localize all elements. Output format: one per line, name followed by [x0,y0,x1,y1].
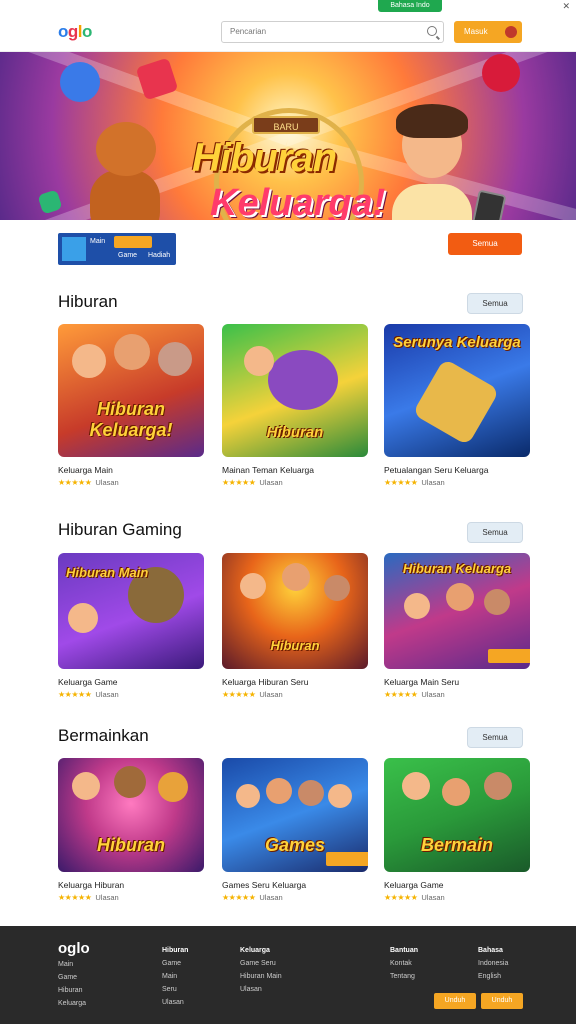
rating-stars: ★★★★★ [58,478,92,487]
game-card[interactable]: Hiburan Keluarga! Keluarga Main ★★★★★ Ula… [58,324,204,487]
search-input[interactable]: Pencarian [221,21,444,43]
game-card[interactable]: Hiburan Mainan Teman Keluarga ★★★★★ Ulasa… [222,324,368,487]
game-thumbnail: Hiburan Keluarga [384,553,530,669]
card-title: Keluarga Hiburan Seru [222,677,309,687]
search-placeholder: Pencarian [230,27,267,36]
site-logo[interactable]: oglo [58,22,92,42]
footer-column: Hiburan Game Main Seru Ulasan [162,947,189,1006]
game-icon [62,237,86,261]
kid-character [382,104,507,220]
game-card[interactable]: Hiburan Main Keluarga Game ★★★★★ Ulasan [58,553,204,699]
game-card[interactable]: Serunya Keluarga Petualangan Seru Keluar… [384,324,530,487]
game-card[interactable]: Hiburan Keluarga Hiburan ★★★★★ Ulasan [58,758,204,902]
hero-subtitle: Keluarga! [210,182,386,220]
rating-stars: ★★★★★ [58,690,92,699]
footer-column: Main Game Hiburan Keluarga [58,961,87,1007]
see-all-button[interactable]: Semua [467,293,523,314]
hero-badge: BARU [252,116,320,134]
login-button[interactable]: Masuk [454,21,522,43]
card-title: Mainan Teman Keluarga [222,465,314,475]
card-title: Keluarga Game [384,880,444,890]
rating-stars: ★★★★★ [222,478,256,487]
footer-logo[interactable]: oglo [58,940,90,957]
category-chip[interactable]: Main Game Hadiah [58,233,176,265]
game-thumbnail: Hiburan Main [58,553,204,669]
rating-stars: ★★★★★ [384,478,418,487]
block-icon [37,189,63,215]
avatar-icon [505,26,517,38]
card-title: Keluarga Main Seru [384,677,460,687]
see-all-button[interactable]: Semua [467,522,523,543]
card-title: Games Seru Keluarga [222,880,307,890]
game-card[interactable]: Hiburan Keluarga Hiburan Seru ★★★★★ Ulasa… [222,553,368,699]
dog-character [84,122,174,220]
site-header: oglo Pencarian Masuk [0,14,576,52]
download-button[interactable]: Unduh [434,993,476,1009]
top-strip: Bahasa Indo ✕ [0,0,576,14]
see-all-button[interactable]: Semua [467,727,523,748]
game-card[interactable]: Hiburan Keluarga Keluarga Main Seru ★★★★… [384,553,530,699]
card-title: Keluarga Hiburan [58,880,125,890]
section-title: Bermainkan [58,726,149,745]
close-icon[interactable]: ✕ [562,1,570,12]
language-promo-button[interactable]: Bahasa Indo [378,0,442,12]
hero-banner[interactable]: BARU Hiburan Keluarga! [0,52,576,220]
download-button[interactable]: Unduh [481,993,523,1009]
see-all-button[interactable]: Semua [448,233,522,255]
game-thumbnail: Hiburan [58,758,204,872]
game-thumbnail: Hiburan [222,324,368,457]
rating-stars: ★★★★★ [222,893,256,902]
card-title: Keluarga Main [58,465,113,475]
site-footer: oglo Main Game Hiburan Keluarga Hiburan … [0,926,576,1024]
game-thumbnail: Serunya Keluarga [384,324,530,457]
card-title: Keluarga Game [58,677,118,687]
game-card[interactable]: Games Games Seru Keluarga ★★★★★ Ulasan [222,758,368,902]
game-card[interactable]: Bermain Keluarga Game ★★★★★ Ulasan [384,758,530,902]
game-thumbnail: Hiburan [222,553,368,669]
game-thumbnail: Bermain [384,758,530,872]
rating-stars: ★★★★★ [384,893,418,902]
rating-stars: ★★★★★ [384,690,418,699]
footer-column: Bantuan Kontak Tentang [390,947,418,980]
rating-stars: ★★★★★ [222,690,256,699]
section-title: Hiburan Gaming [58,520,182,539]
footer-column: Bahasa Indonesia English [478,947,509,980]
card-title: Petualangan Seru Keluarga [384,465,489,475]
search-icon[interactable] [427,26,437,36]
gem-icon [60,62,100,102]
phone-icon [469,189,507,220]
footer-column: Keluarga Game Seru Hiburan Main Ulasan [240,947,282,993]
game-thumbnail: Games [222,758,368,872]
section-title: Hiburan [58,292,118,311]
rating-stars: ★★★★★ [58,893,92,902]
game-thumbnail: Hiburan Keluarga! [58,324,204,457]
hero-title: Hiburan [192,136,337,180]
ball-icon [482,54,520,92]
